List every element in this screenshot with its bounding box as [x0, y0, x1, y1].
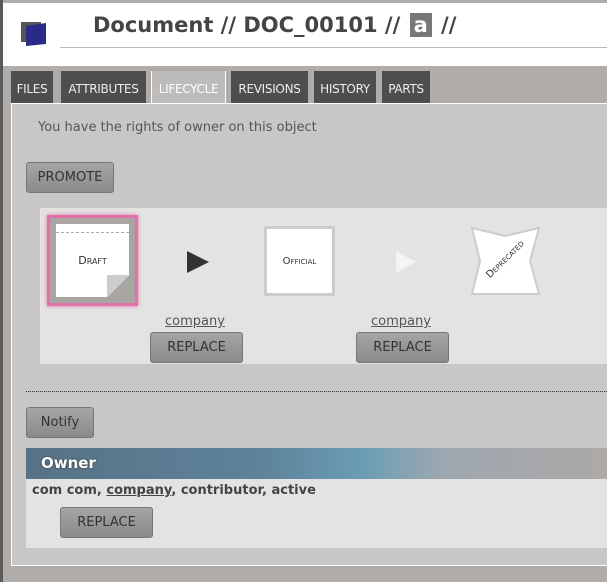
page-curl-icon — [107, 275, 129, 297]
replace-owner-button[interactable]: REPLACE — [60, 507, 153, 538]
owner-status: active — [271, 483, 316, 498]
owner-company-link[interactable]: company — [106, 483, 171, 498]
state-draft-current[interactable]: Draft — [47, 215, 138, 306]
tab-attributes[interactable]: ATTRIBUTES — [61, 71, 146, 103]
document-icon — [21, 22, 46, 46]
owner-section: com com, company, contributor, active RE… — [26, 479, 607, 548]
page-header: Document // DOC_00101 // a // — [3, 3, 607, 66]
title-text: Document // DOC_00101 // — [93, 13, 401, 37]
tab-history[interactable]: HISTORY — [314, 71, 376, 103]
tab-revisions[interactable]: REVISIONS — [231, 71, 308, 103]
window-edge — [0, 0, 3, 582]
rights-text: You have the rights of owner on this obj… — [38, 120, 317, 135]
replace-signer-2-button[interactable]: REPLACE — [356, 332, 449, 363]
header-divider — [60, 47, 607, 48]
owner-name: com com — [32, 483, 97, 498]
revision-badge[interactable]: a — [409, 13, 432, 37]
arrow-right-icon — [187, 251, 209, 273]
owner-role: contributor — [180, 483, 263, 498]
arrow-right-disabled-icon — [396, 251, 416, 273]
signer-link-2[interactable]: company — [371, 314, 431, 329]
notify-button[interactable]: Notify — [26, 407, 94, 438]
page-perforation — [56, 232, 129, 233]
owner-info: com com, company, contributor, active — [32, 483, 316, 498]
replace-signer-1-button[interactable]: REPLACE — [150, 332, 243, 363]
divider — [26, 391, 607, 392]
signer-link-1[interactable]: company — [165, 314, 225, 329]
tab-lifecycle[interactable]: LIFECYCLE — [151, 71, 226, 103]
page-title: Document // DOC_00101 // a // — [93, 13, 456, 37]
promote-button[interactable]: PROMOTE — [26, 162, 114, 193]
tab-parts[interactable]: PARTS — [382, 71, 430, 103]
state-deprecated[interactable]: Deprecated — [470, 226, 541, 296]
tab-files[interactable]: FILES — [11, 71, 53, 103]
state-official[interactable]: Official — [264, 226, 335, 296]
owner-heading: Owner — [26, 448, 607, 479]
title-suffix: // — [441, 13, 457, 37]
